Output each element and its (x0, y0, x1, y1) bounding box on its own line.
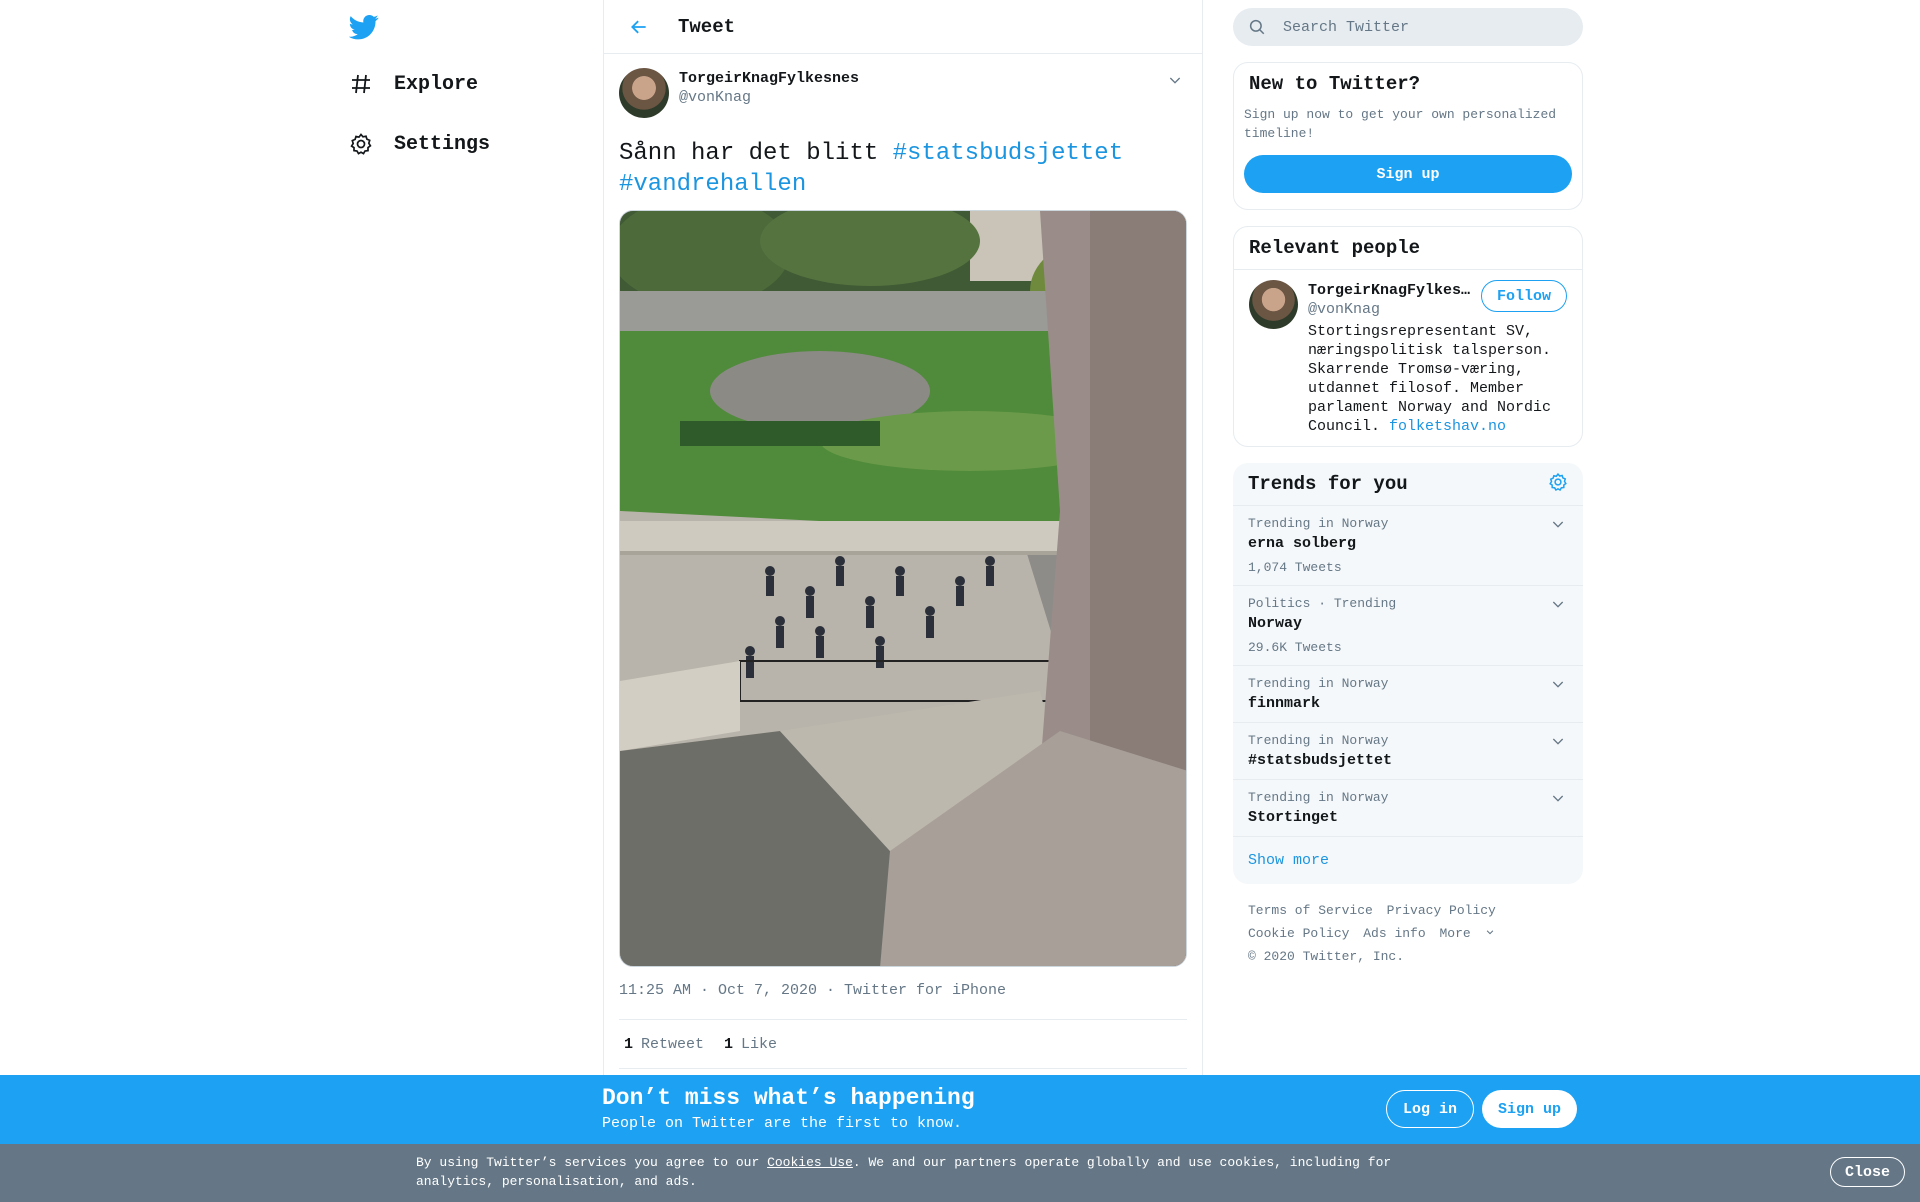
right-sidebar: New to Twitter? Sign up now to get your … (1233, 0, 1583, 983)
person-item[interactable]: TorgeirKnagFylkesnes @vonKnag Stortingsr… (1234, 270, 1582, 446)
trend-count: 29.6K Tweets (1248, 640, 1342, 655)
trend-list: Trending in Norway erna solberg 1,074 Twee… (1233, 506, 1583, 837)
trend-count: 1,074 Tweets (1248, 560, 1342, 575)
author-name[interactable]: TorgeirKnagFylkesnes (679, 70, 859, 87)
trend-item[interactable]: Trending in Norway erna solberg 1,074 Twee… (1233, 506, 1583, 586)
terms-link[interactable]: Terms of Service (1248, 903, 1373, 918)
tweet-author[interactable]: TorgeirKnagFylkesnes @vonKnag (619, 64, 1187, 124)
back-arrow-icon[interactable] (624, 12, 654, 42)
cookie-bar: By using Twitter’s services you agree to… (0, 1144, 1920, 1202)
privacy-link[interactable]: Privacy Policy (1387, 903, 1496, 918)
follow-button[interactable]: Follow (1480, 280, 1567, 312)
tweet-timestamp: 11:25 AM · Oct 7, 2020 · Twitter for iPh… (619, 982, 1007, 999)
main-column: Tweet TorgeirKnagFylkesnes @vonKnag Sånn… (603, 0, 1203, 1202)
ads-link[interactable]: Ads info (1363, 926, 1425, 941)
chevron-down-icon[interactable] (1550, 790, 1568, 808)
trend-name: #statsbudsjettet (1248, 752, 1393, 769)
trend-context: Trending in Norway (1248, 676, 1389, 691)
chevron-down-icon[interactable] (1550, 733, 1568, 751)
new-to-twitter-title: New to Twitter? (1249, 73, 1421, 95)
avatar[interactable] (619, 68, 669, 118)
chevron-down-icon[interactable] (1550, 596, 1568, 614)
avatar[interactable] (1249, 280, 1298, 329)
trend-name: Stortinget (1248, 809, 1339, 826)
page-header: Tweet (604, 0, 1202, 54)
tweet-stats: 1 Retweet 1 Like (619, 1019, 1187, 1069)
twitter-logo-icon[interactable] (348, 12, 379, 42)
trend-name: Norway (1248, 615, 1303, 632)
trends-card: Trends for you Trending in Norway erna so… (1233, 463, 1583, 884)
signup-button[interactable]: Sign up (1244, 155, 1572, 193)
hashtag-link[interactable]: #vandrehallen (619, 171, 806, 198)
chevron-down-icon[interactable] (1163, 68, 1187, 92)
footer: Terms of Service Privacy Policy Cookie P… (1233, 884, 1583, 983)
retweet-label: Retweet (641, 1035, 705, 1053)
trend-context: Trending in Norway (1248, 516, 1389, 531)
trend-item[interactable]: Trending in Norway finnmark (1233, 666, 1583, 723)
cookie-link[interactable]: Cookie Policy (1248, 926, 1349, 941)
cookies-use-link[interactable]: Cookies Use (767, 1155, 853, 1170)
trend-context: Politics · Trending (1248, 596, 1397, 611)
chevron-down-icon[interactable] (1550, 516, 1568, 534)
new-to-twitter-text: Sign up now to get your own personalized… (1244, 107, 1557, 141)
like-stat[interactable]: 1 Like (724, 1036, 777, 1053)
hashtag-icon (348, 71, 374, 97)
signup-banner: Don’t miss what’s happening People on Tw… (0, 1075, 1920, 1144)
hashtag-link[interactable]: #statsbudsjettet (893, 140, 1123, 167)
person-name[interactable]: TorgeirKnagFylkesnes (1308, 282, 1478, 299)
nav-explore[interactable]: Explore (348, 64, 478, 104)
retweet-count: 1 (624, 1035, 634, 1053)
close-button[interactable]: Close (1829, 1157, 1905, 1187)
search-icon (1248, 17, 1268, 37)
banner-title: Don’t miss what’s happening (602, 1085, 975, 1111)
trend-item[interactable]: Politics · Trending Norway 29.6K Tweets (1233, 586, 1583, 666)
more-link[interactable]: More (1439, 926, 1494, 941)
cookie-text-before: By using Twitter’s services you agree to… (416, 1155, 768, 1170)
trends-title: Trends for you (1248, 473, 1408, 495)
gear-icon (348, 131, 374, 157)
trend-name: finnmark (1248, 695, 1321, 712)
trend-name: erna solberg (1248, 535, 1357, 552)
like-label: Like (741, 1035, 778, 1053)
relevant-people-title: Relevant people (1234, 227, 1582, 270)
banner-signup-button[interactable]: Sign up (1482, 1090, 1578, 1128)
author-handle[interactable]: @vonKnag (679, 89, 859, 106)
nav-settings-label: Settings (394, 132, 491, 156)
trend-item[interactable]: Trending in Norway Stortinget (1233, 780, 1583, 837)
like-count: 1 (724, 1035, 734, 1053)
nav-settings[interactable]: Settings (348, 124, 490, 164)
tweet-text: Sånn har det blitt #statsbudsjettet #van… (619, 138, 1187, 200)
gear-icon[interactable] (1548, 472, 1568, 497)
person-bio: Stortingsrepresentant SV, næringspolitis… (1308, 322, 1568, 436)
copyright: © 2020 Twitter, Inc. (1248, 949, 1405, 964)
trend-item[interactable]: Trending in Norway #statsbudsjettet (1233, 723, 1583, 780)
new-to-twitter-card: New to Twitter? Sign up now to get your … (1233, 62, 1583, 210)
nav-explore-label: Explore (394, 72, 479, 96)
page-title: Tweet (678, 15, 736, 38)
chevron-down-icon (1486, 930, 1493, 935)
search-bar[interactable] (1233, 8, 1583, 46)
login-button[interactable]: Log in (1386, 1090, 1475, 1128)
retweet-stat[interactable]: 1 Retweet (624, 1036, 704, 1053)
tweet-text-plain: Sånn har det blitt (619, 140, 893, 167)
banner-subtitle: People on Twitter are the first to know. (602, 1115, 963, 1132)
tweet-photo[interactable] (619, 210, 1187, 967)
chevron-down-icon[interactable] (1550, 676, 1568, 694)
cookie-text: By using Twitter’s services you agree to… (416, 1153, 1416, 1191)
show-more-link[interactable]: Show more (1233, 837, 1583, 884)
trend-context: Trending in Norway (1248, 733, 1389, 748)
relevant-people-card: Relevant people TorgeirKnagFylkesnes @vo… (1233, 226, 1583, 447)
search-input[interactable] (1283, 18, 1563, 36)
trends-header: Trends for you (1233, 463, 1583, 506)
trend-context: Trending in Norway (1248, 790, 1389, 805)
tweet: TorgeirKnagFylkesnes @vonKnag Sånn har d… (604, 54, 1202, 1119)
more-label: More (1439, 926, 1471, 941)
person-bio-link[interactable]: folketshav.no (1389, 418, 1506, 435)
